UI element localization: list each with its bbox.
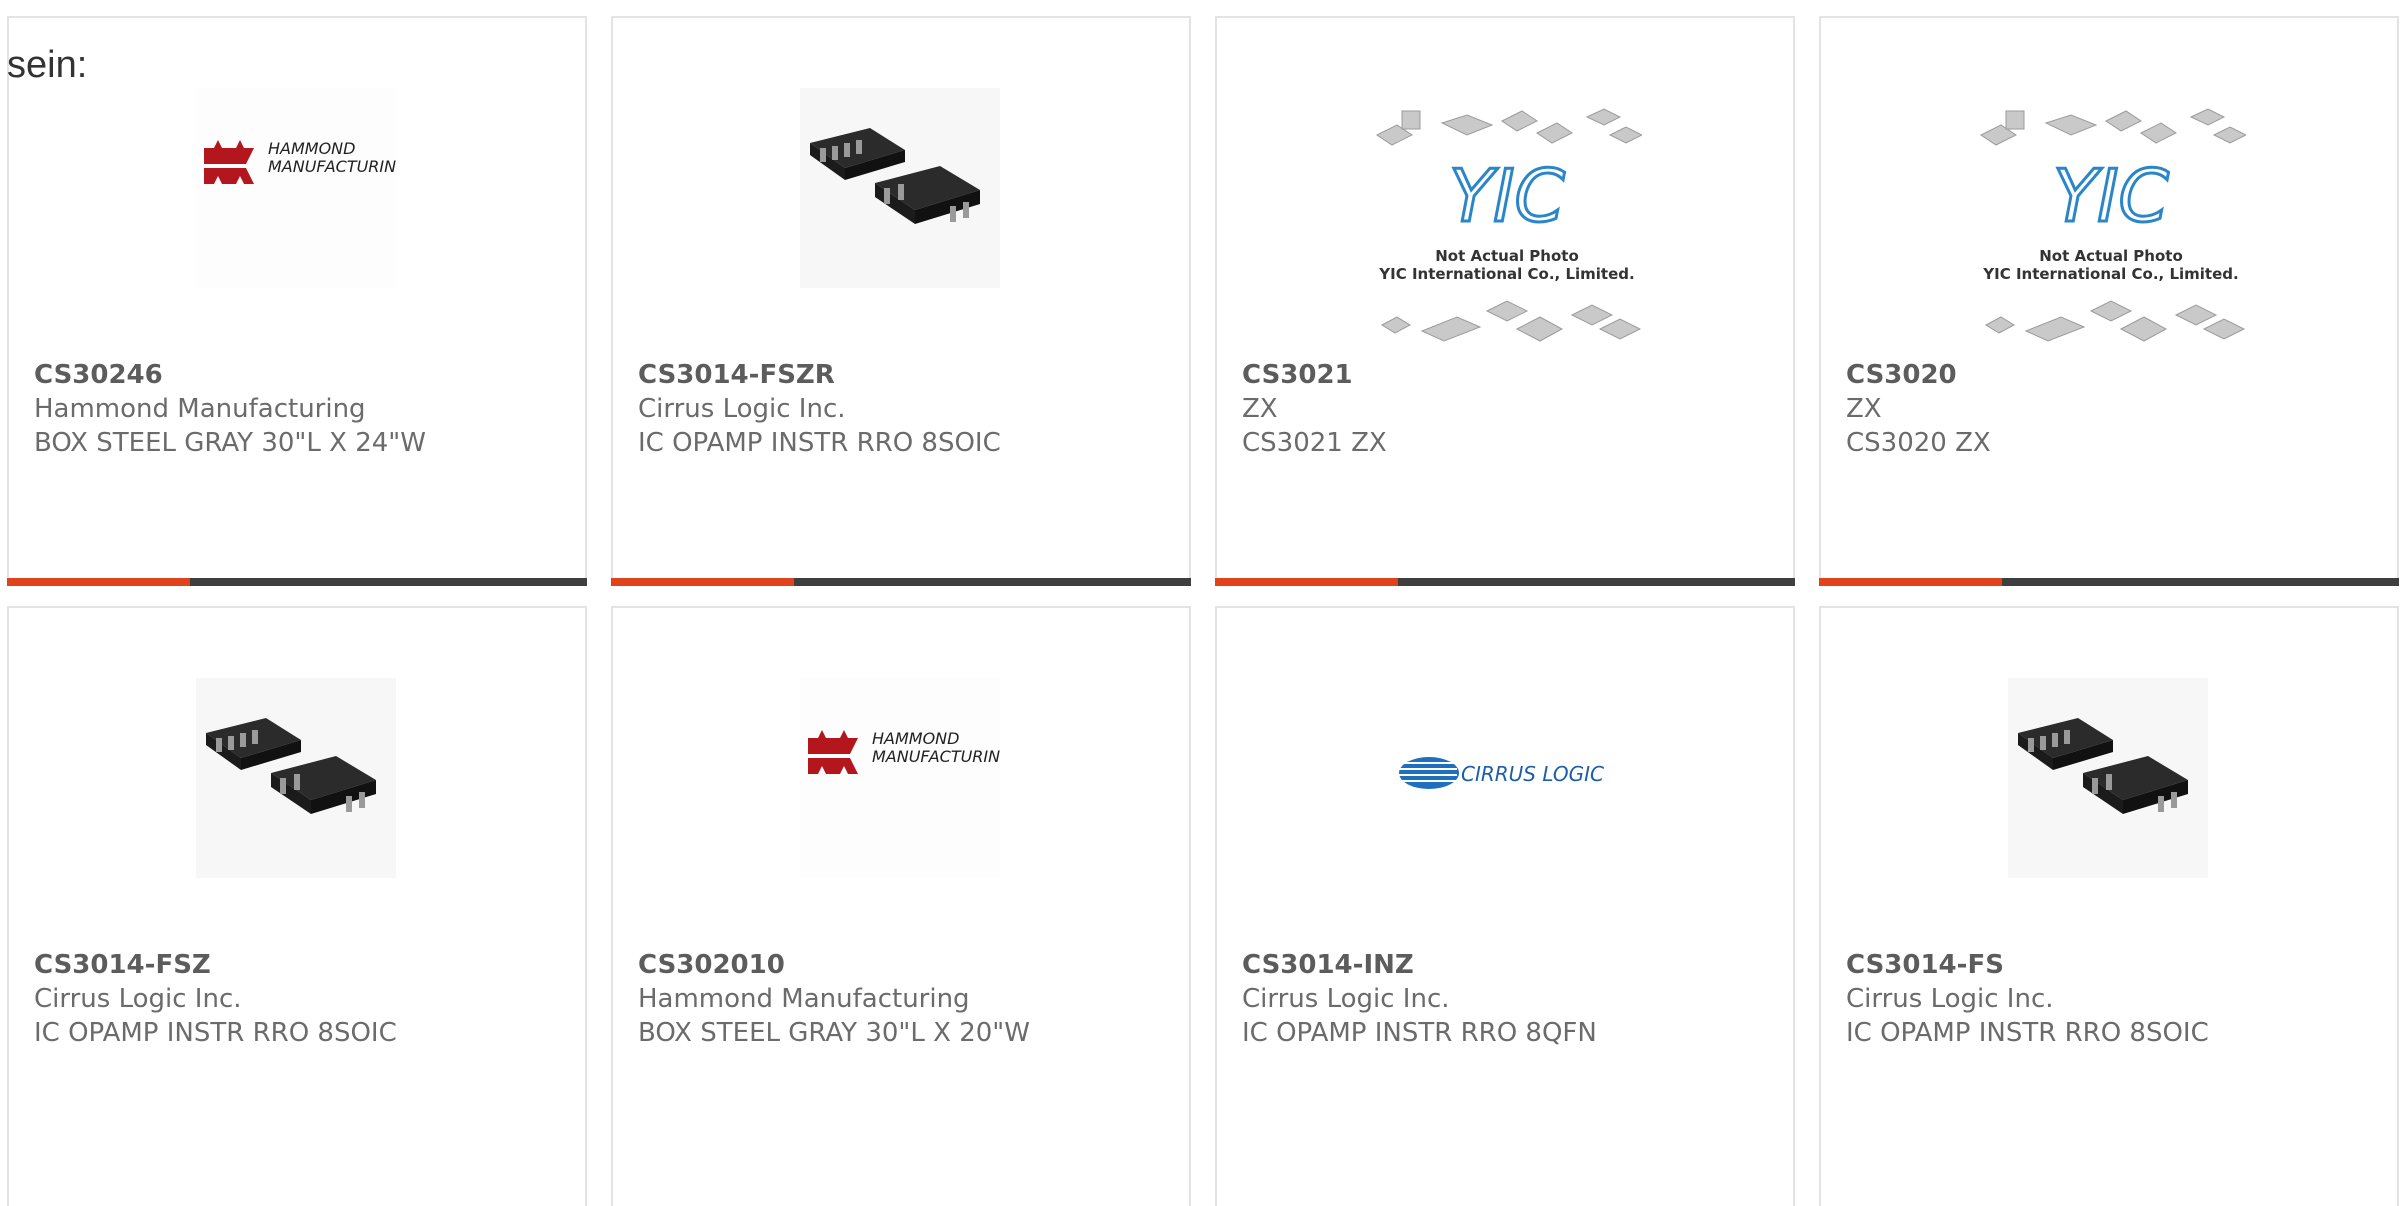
yic-logo: YIC	[1449, 154, 1565, 238]
yic-note-line1: Not Actual Photo	[2039, 247, 2183, 265]
description: IC OPAMP INSTR RRO 8SOIC	[1846, 1018, 2209, 1048]
manufacturer: Hammond Manufacturing	[638, 984, 970, 1014]
part-number-link[interactable]: CS3014-INZ	[1242, 948, 1597, 982]
hammond-logo-line1: HAMMOND	[872, 729, 959, 748]
product-card-cs3014-fs[interactable]: CS3014-FS Cirrus Logic Inc. IC OPAMP INS…	[1819, 606, 2399, 1206]
soic-chip-image[interactable]	[800, 88, 1000, 288]
yic-logo: YIC	[2053, 154, 2169, 238]
description: BOX STEEL GRAY 30"L X 24"W	[34, 428, 426, 458]
yic-note-line2: YIC International Co., Limited.	[1982, 265, 2238, 283]
part-number-link[interactable]: CS3014-FS	[1846, 948, 2209, 982]
card-accent-bar	[611, 578, 794, 586]
part-number-link[interactable]: CS3020	[1846, 358, 1991, 392]
cirrus-logic-logo	[1399, 757, 1459, 789]
yic-note-line1: Not Actual Photo	[1435, 247, 1579, 265]
product-card-cs30246[interactable]: HAMMOND MANUFACTURING. CS30246 Hammond M…	[7, 16, 587, 586]
product-info: CS3020 ZX CS3020 ZX	[1846, 358, 1991, 460]
manufacturer: Cirrus Logic Inc.	[1242, 984, 1450, 1014]
soic-chip-image[interactable]	[196, 678, 396, 878]
card-bottom-bar	[1819, 578, 2399, 586]
hammond-logo-image[interactable]: HAMMOND MANUFACTURING.	[196, 88, 414, 288]
soic-chip-image[interactable]	[2008, 678, 2208, 878]
yic-placeholder-image[interactable]: YIC Not Actual Photo YIC International C…	[1372, 103, 1644, 353]
hammond-logo-line2: MANUFACTURING.	[268, 157, 396, 176]
part-number-link[interactable]: CS30246	[34, 358, 426, 392]
product-info: CS3014-FS Cirrus Logic Inc. IC OPAMP INS…	[1846, 948, 2209, 1050]
product-info: CS3021 ZX CS3021 ZX	[1242, 358, 1387, 460]
product-info: CS302010 Hammond Manufacturing BOX STEEL…	[638, 948, 1030, 1050]
hammond-logo-line2: MANUFACTURING.	[872, 747, 1000, 766]
hammond-logo-line1: HAMMOND	[268, 139, 355, 158]
product-card-cs3014-fszr[interactable]: CS3014-FSZR Cirrus Logic Inc. IC OPAMP I…	[611, 16, 1191, 586]
product-info: CS3014-FSZR Cirrus Logic Inc. IC OPAMP I…	[638, 358, 1001, 460]
cirrus-logic-wordmark: CIRRUS LOGIC	[1461, 762, 1604, 786]
cirrus-logic-logo-image[interactable]: CIRRUS LOGIC	[1397, 743, 1617, 803]
card-bottom-bar	[7, 578, 587, 586]
card-accent-bar	[1819, 578, 2002, 586]
yic-note-line2: YIC International Co., Limited.	[1378, 265, 1634, 283]
manufacturer: Cirrus Logic Inc.	[638, 394, 846, 424]
part-number-link[interactable]: CS3021	[1242, 358, 1387, 392]
product-card-cs3020[interactable]: YIC Not Actual Photo YIC International C…	[1819, 16, 2399, 586]
product-info: CS30246 Hammond Manufacturing BOX STEEL …	[34, 358, 426, 460]
yic-placeholder-image[interactable]: YIC Not Actual Photo YIC International C…	[1976, 103, 2248, 353]
card-accent-bar	[7, 578, 190, 586]
description: IC OPAMP INSTR RRO 8QFN	[1242, 1018, 1597, 1048]
product-info: CS3014-INZ Cirrus Logic Inc. IC OPAMP IN…	[1242, 948, 1597, 1050]
part-number-link[interactable]: CS3014-FSZR	[638, 358, 1001, 392]
product-card-cs302010[interactable]: HAMMOND MANUFACTURING. CS302010 Hammond …	[611, 606, 1191, 1206]
description: CS3020 ZX	[1846, 428, 1991, 458]
manufacturer: ZX	[1846, 394, 1882, 424]
manufacturer: Cirrus Logic Inc.	[34, 984, 242, 1014]
manufacturer: ZX	[1242, 394, 1278, 424]
card-accent-bar	[1215, 578, 1398, 586]
manufacturer: Cirrus Logic Inc.	[1846, 984, 2054, 1014]
product-info: CS3014-FSZ Cirrus Logic Inc. IC OPAMP IN…	[34, 948, 397, 1050]
description: CS3021 ZX	[1242, 428, 1387, 458]
description: BOX STEEL GRAY 30"L X 20"W	[638, 1018, 1030, 1048]
product-card-cs3014-inz[interactable]: CIRRUS LOGIC CS3014-INZ Cirrus Logic Inc…	[1215, 606, 1795, 1206]
part-number-link[interactable]: CS302010	[638, 948, 1030, 982]
description: IC OPAMP INSTR RRO 8SOIC	[34, 1018, 397, 1048]
product-card-cs3021[interactable]: YIC Not Actual Photo YIC International C…	[1215, 16, 1795, 586]
manufacturer: Hammond Manufacturing	[34, 394, 366, 424]
hammond-logo-image[interactable]: HAMMOND MANUFACTURING.	[800, 678, 1018, 878]
intro-text: sein:	[7, 44, 88, 86]
description: IC OPAMP INSTR RRO 8SOIC	[638, 428, 1001, 458]
card-bottom-bar	[1215, 578, 1795, 586]
part-number-link[interactable]: CS3014-FSZ	[34, 948, 397, 982]
product-card-cs3014-fsz[interactable]: CS3014-FSZ Cirrus Logic Inc. IC OPAMP IN…	[7, 606, 587, 1206]
card-bottom-bar	[611, 578, 1191, 586]
